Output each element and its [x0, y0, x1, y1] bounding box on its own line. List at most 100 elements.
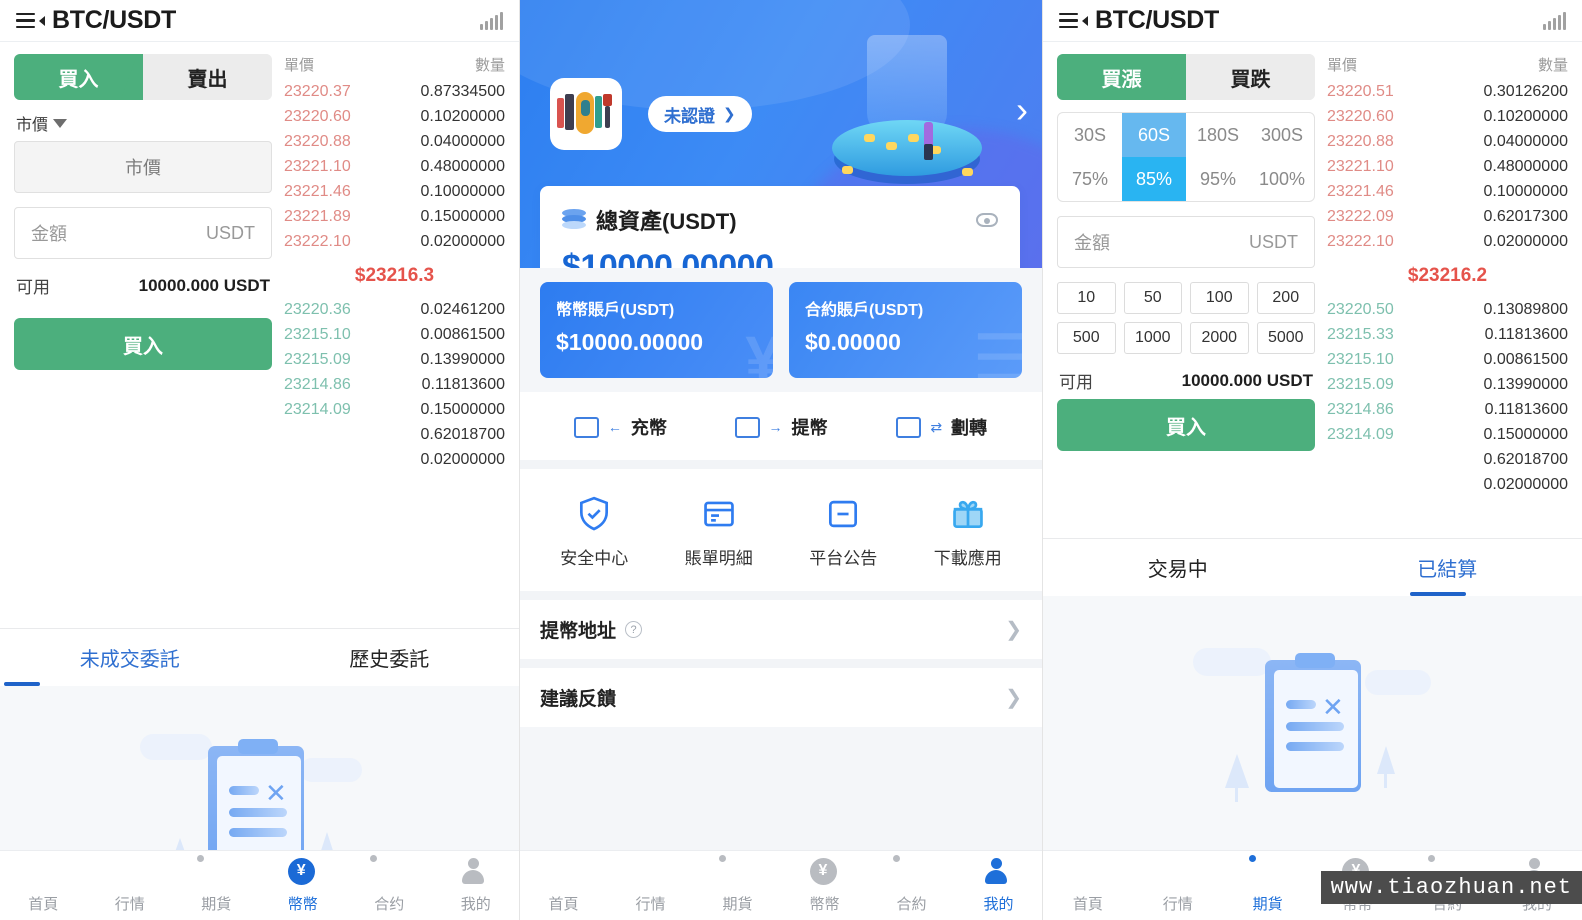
nav-item-document[interactable]: 期貨: [694, 854, 781, 914]
tab-order-history[interactable]: 歷史委託: [260, 643, 520, 672]
entry-announcement[interactable]: 平台公告: [781, 495, 906, 569]
option-60s[interactable]: 60S: [1122, 113, 1186, 157]
deposit-button[interactable]: ← 充幣: [540, 414, 701, 440]
nav-item-document[interactable]: 合約: [868, 854, 955, 914]
panel3-order-tabs: 交易中 已結算: [1043, 538, 1582, 596]
withdraw-button[interactable]: → 提幣: [701, 414, 862, 440]
tab-settled[interactable]: 已結算: [1313, 553, 1582, 582]
option-180s[interactable]: 180S: [1186, 113, 1250, 157]
hamburger-icon[interactable]: [16, 12, 45, 29]
nav-item-home[interactable]: 首頁: [1043, 858, 1133, 914]
chevron-right-icon[interactable]: ›: [1016, 92, 1028, 128]
quick-amount-10[interactable]: 10: [1057, 282, 1116, 314]
order-book-row[interactable]: 23215.33 0.11813600: [1327, 322, 1568, 347]
option-30s[interactable]: 30S: [1058, 113, 1122, 157]
submit-buy-button[interactable]: 買入: [1057, 399, 1315, 451]
order-book-row[interactable]: 23221.46 0.10000000: [284, 179, 505, 204]
order-book-row[interactable]: 23221.10 0.48000000: [284, 154, 505, 179]
price-input[interactable]: 市價: [14, 141, 272, 193]
option-95pct[interactable]: 95%: [1186, 157, 1250, 201]
panel-spot-trade: BTC/USDT 買入 賣出 市價 市價 金額 USDT 可用 10000.00…: [0, 0, 520, 920]
eye-icon[interactable]: [976, 213, 998, 227]
nav-item-document[interactable]: 期貨: [173, 854, 260, 914]
quick-amount-5000[interactable]: 5000: [1256, 322, 1315, 354]
nav-item-trend[interactable]: 行情: [87, 858, 174, 914]
nav-label: 幣幣: [287, 895, 318, 913]
row-feedback[interactable]: 建議反饋 ❯: [520, 659, 1042, 727]
order-book-row[interactable]: 23215.09 0.13990000: [284, 347, 505, 372]
order-book-row[interactable]: 23215.09 0.13990000: [1327, 372, 1568, 397]
order-book-row[interactable]: 23221.46 0.10000000: [1327, 179, 1568, 204]
option-100pct[interactable]: 100%: [1250, 157, 1314, 201]
order-book-row[interactable]: 23220.37 0.87334500: [284, 79, 505, 104]
tab-open-orders[interactable]: 未成交委託: [0, 643, 260, 672]
order-book-row[interactable]: 23222.10 0.02000000: [284, 229, 505, 254]
quick-amount-50[interactable]: 50: [1123, 282, 1182, 314]
amount-unit: USDT: [1249, 231, 1298, 252]
amount-input[interactable]: 金額 USDT: [1057, 216, 1315, 268]
nav-item-home[interactable]: 首頁: [0, 858, 87, 914]
nav-item-home[interactable]: 首頁: [520, 858, 607, 914]
order-amount: 0.15000000: [420, 208, 505, 225]
amount-input[interactable]: 金額 USDT: [14, 207, 272, 259]
available-label: 可用: [1059, 373, 1093, 392]
order-book-row[interactable]: 23221.89 0.15000000: [284, 204, 505, 229]
order-type-dropdown[interactable]: 市價: [16, 111, 272, 135]
order-book-row[interactable]: 0.02000000: [284, 447, 505, 472]
order-book-row[interactable]: 23215.10 0.00861500: [284, 322, 505, 347]
spot-account-card[interactable]: 幣幣賬戶(USDT) $10000.00000 ¥: [540, 282, 773, 378]
order-book-row[interactable]: 23220.60 0.10200000: [1327, 104, 1568, 129]
order-book-row[interactable]: 23220.88 0.04000000: [284, 129, 505, 154]
order-book-row[interactable]: 23220.60 0.10200000: [284, 104, 505, 129]
help-icon[interactable]: ?: [625, 621, 643, 638]
quick-amount-500[interactable]: 500: [1057, 322, 1116, 354]
order-amount: 0.13089800: [1483, 301, 1568, 318]
option-300s[interactable]: 300S: [1250, 113, 1314, 157]
nav-item-document[interactable]: 期貨: [1223, 854, 1313, 914]
nav-item-yen[interactable]: ¥ 幣幣: [781, 857, 868, 914]
quick-amount-2000[interactable]: 2000: [1190, 322, 1249, 354]
order-book-row[interactable]: 23214.86 0.11813600: [1327, 397, 1568, 422]
entry-download-app[interactable]: 下載應用: [906, 495, 1031, 569]
option-85pct[interactable]: 85%: [1122, 157, 1186, 201]
order-book-row[interactable]: 23220.36 0.02461200: [284, 297, 505, 322]
nav-item-yen[interactable]: ¥ 幣幣: [260, 857, 347, 914]
nav-item-user[interactable]: 我的: [433, 857, 520, 914]
order-book-row[interactable]: 23215.10 0.00861500: [1327, 347, 1568, 372]
order-book-row[interactable]: 0.62018700: [1327, 447, 1568, 472]
order-book-row[interactable]: 0.62018700: [284, 422, 505, 447]
order-book-row[interactable]: 23221.10 0.48000000: [1327, 154, 1568, 179]
option-75pct[interactable]: 75%: [1058, 157, 1122, 201]
order-book-row[interactable]: 23220.50 0.13089800: [1327, 297, 1568, 322]
tab-buy-up[interactable]: 買漲: [1057, 54, 1186, 100]
quick-amount-200[interactable]: 200: [1256, 282, 1315, 314]
row-withdraw-address[interactable]: 提幣地址 ? ❯: [520, 591, 1042, 659]
nav-item-trend[interactable]: 行情: [607, 858, 694, 914]
contract-account-card[interactable]: 合約賬戶(USDT) $0.00000 ☰: [789, 282, 1022, 378]
transfer-button[interactable]: ⇄ 劃轉: [861, 414, 1022, 440]
tab-sell[interactable]: 賣出: [143, 54, 272, 100]
order-book-row[interactable]: 23220.88 0.04000000: [1327, 129, 1568, 154]
tab-buy-down[interactable]: 買跌: [1186, 54, 1315, 100]
quick-amount-100[interactable]: 100: [1190, 282, 1249, 314]
entry-security-center[interactable]: 安全中心: [532, 495, 657, 569]
bar-chart-icon[interactable]: [1543, 11, 1566, 30]
nav-item-user[interactable]: 我的: [955, 857, 1042, 914]
tab-buy[interactable]: 買入: [14, 54, 143, 100]
nav-item-trend[interactable]: 行情: [1133, 858, 1223, 914]
order-book-row[interactable]: 23214.09 0.15000000: [284, 397, 505, 422]
order-book-row[interactable]: 23220.51 0.30126200: [1327, 79, 1568, 104]
order-book-row[interactable]: 23222.10 0.02000000: [1327, 229, 1568, 254]
submit-buy-button[interactable]: 買入: [14, 318, 272, 370]
order-book-row[interactable]: 23214.86 0.11813600: [284, 372, 505, 397]
nav-item-document[interactable]: 合约: [346, 854, 433, 914]
entry-bill-detail[interactable]: 賬單明細: [657, 495, 782, 569]
bar-chart-icon[interactable]: [480, 11, 503, 30]
order-book-row[interactable]: 23222.09 0.62017300: [1327, 204, 1568, 229]
order-book-row[interactable]: 0.02000000: [1327, 472, 1568, 497]
tab-trading[interactable]: 交易中: [1043, 553, 1313, 582]
hamburger-icon[interactable]: [1059, 12, 1088, 29]
verify-status-button[interactable]: 未認證 ❯: [648, 96, 752, 132]
quick-amount-1000[interactable]: 1000: [1123, 322, 1182, 354]
order-book-row[interactable]: 23214.09 0.15000000: [1327, 422, 1568, 447]
